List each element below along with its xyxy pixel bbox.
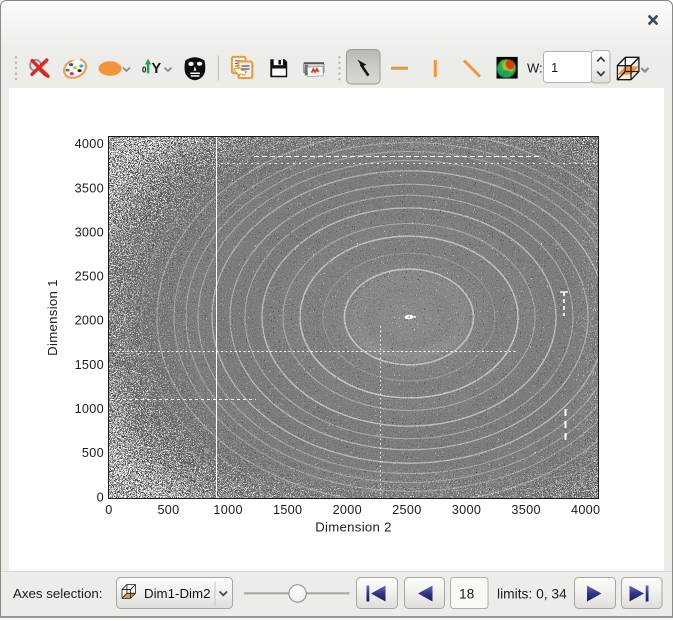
svg-text:18: 18 (459, 587, 475, 602)
svg-text:Y: Y (152, 61, 162, 77)
svg-text:limits: 0, 34: limits: 0, 34 (497, 587, 567, 602)
svg-text:Dim1-Dim2: Dim1-Dim2 (144, 586, 211, 601)
svg-text:Axes selection:: Axes selection: (13, 586, 102, 601)
svg-text:1: 1 (551, 60, 558, 75)
svg-text:0: 0 (142, 66, 147, 75)
svg-text:W:: W: (527, 61, 543, 76)
